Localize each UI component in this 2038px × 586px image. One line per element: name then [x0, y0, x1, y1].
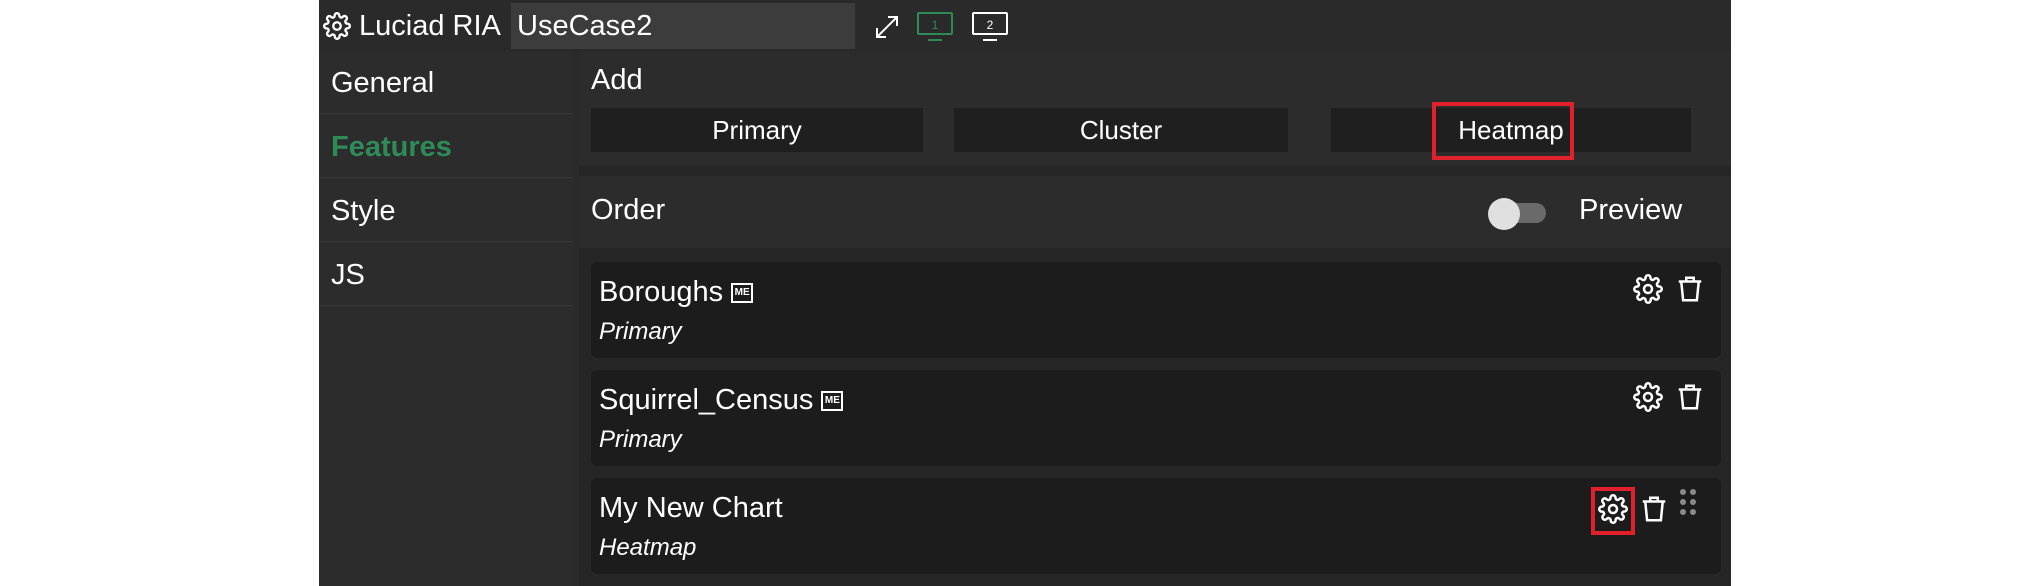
feature-type: Primary	[599, 318, 682, 345]
preview-label: Preview	[1579, 194, 1683, 226]
feature-card-squirrel-census[interactable]: Squirrel_Census ME Primary	[591, 370, 1721, 466]
drag-handle-icon[interactable]	[1679, 488, 1697, 516]
trash-icon[interactable]	[1639, 494, 1669, 524]
app-window: Luciad RIA 1 2 General Fea	[319, 0, 1731, 586]
monitor-1-icon[interactable]: 1	[916, 10, 954, 44]
feature-name: My New Chart	[599, 490, 783, 526]
trash-icon[interactable]	[1675, 382, 1705, 412]
header: Luciad RIA 1 2	[319, 0, 1731, 52]
heatmap-highlight	[1432, 102, 1574, 160]
app-title: Luciad RIA	[359, 10, 501, 42]
gear-icon[interactable]	[323, 12, 351, 40]
settings-highlight	[1591, 487, 1635, 535]
sidebar-item-style[interactable]: Style	[319, 180, 574, 242]
feature-name: Boroughs ME	[599, 274, 754, 310]
monitor-2-label: 2	[987, 18, 994, 32]
toggle-knob	[1488, 198, 1520, 230]
monitor-2-icon[interactable]: 2	[971, 10, 1009, 44]
feature-name: Squirrel_Census ME	[599, 382, 844, 418]
gear-icon[interactable]	[1633, 274, 1663, 304]
name-input[interactable]	[511, 3, 855, 49]
expand-icon[interactable]	[872, 12, 902, 42]
feature-card-boroughs[interactable]: Boroughs ME Primary	[591, 262, 1721, 358]
trash-icon[interactable]	[1675, 274, 1705, 304]
sidebar-item-features[interactable]: Features	[319, 116, 574, 178]
feature-name-text: Boroughs	[599, 276, 724, 308]
preview-toggle[interactable]	[1488, 198, 1546, 230]
add-primary-button[interactable]: Primary	[591, 108, 923, 152]
monitor-1-label: 1	[932, 18, 939, 32]
gear-icon[interactable]	[1633, 382, 1663, 412]
order-section: Order Preview	[579, 176, 1731, 248]
feature-type: Primary	[599, 426, 682, 453]
feature-name-text: Squirrel_Census	[599, 384, 814, 416]
sidebar-item-general[interactable]: General	[319, 52, 574, 114]
main-panel: Add Primary Cluster Heatmap Order Previe…	[579, 52, 1731, 586]
feature-card-my-new-chart[interactable]: My New Chart Heatmap	[591, 478, 1721, 574]
sidebar: General Features Style JS	[319, 52, 574, 586]
feature-type: Heatmap	[599, 534, 697, 561]
add-section: Add Primary Cluster Heatmap	[579, 52, 1731, 166]
add-cluster-button[interactable]: Cluster	[954, 108, 1288, 152]
me-badge-icon: ME	[821, 391, 844, 411]
order-label: Order	[591, 194, 666, 226]
sidebar-item-js[interactable]: JS	[319, 244, 574, 306]
feature-name-text: My New Chart	[599, 492, 783, 524]
add-label: Add	[591, 64, 643, 96]
me-badge-icon: ME	[731, 283, 754, 303]
